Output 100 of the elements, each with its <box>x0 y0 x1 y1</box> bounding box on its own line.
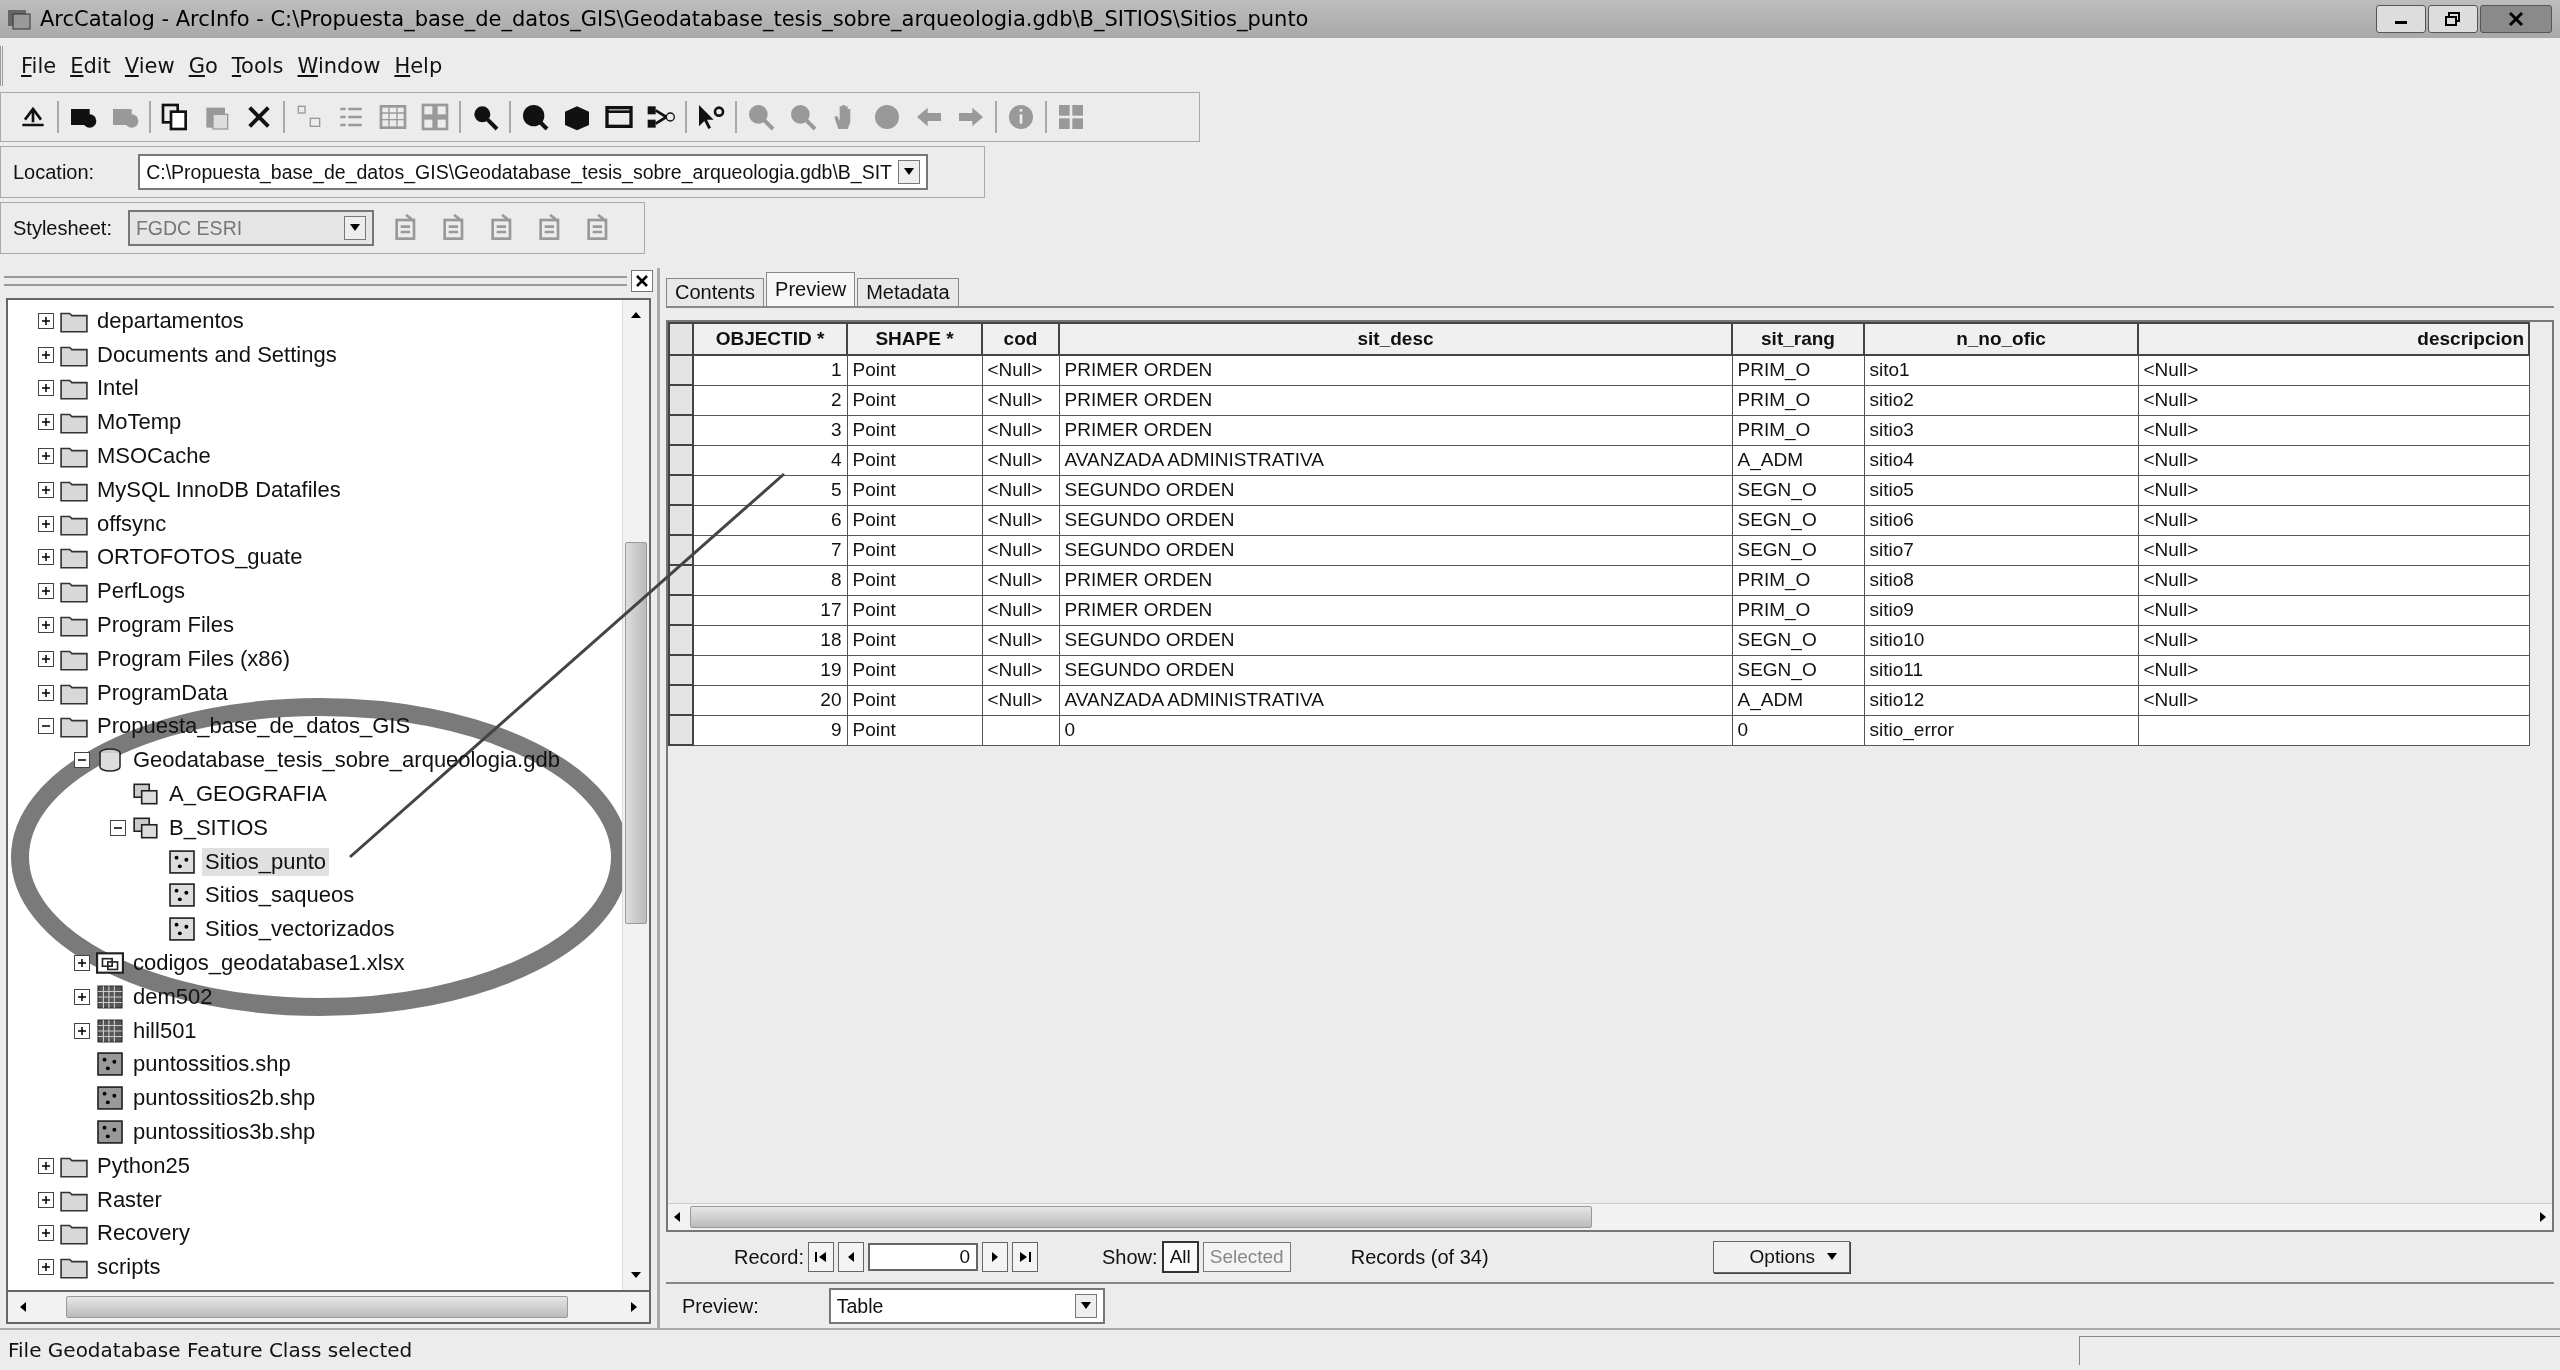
tree-item[interactable]: dem502 <box>130 982 216 1011</box>
tree-item[interactable]: Sitios_vectorizados <box>202 915 398 944</box>
caret-icon[interactable] <box>1827 1253 1838 1261</box>
tree-item[interactable]: MySQL InnoDB Datafiles <box>94 475 344 504</box>
next-record-button[interactable] <box>982 1242 1009 1272</box>
tree-item[interactable]: puntossitios.shp <box>130 1050 294 1079</box>
tree-item[interactable]: PerfLogs <box>94 577 189 606</box>
minimize-button[interactable] <box>2376 5 2426 33</box>
tree-item[interactable]: Documents and Settings <box>94 340 340 369</box>
column-header[interactable]: n_no_ofic <box>1864 323 2138 355</box>
expand-icon[interactable] <box>38 583 54 600</box>
column-header[interactable]: OBJECTID * <box>693 323 847 355</box>
scroll-left-icon[interactable] <box>18 1300 28 1314</box>
menu-item[interactable]: Tools <box>231 54 284 78</box>
collapse-icon[interactable] <box>110 819 126 836</box>
options-button[interactable]: Options <box>1712 1241 1851 1273</box>
menu-item[interactable]: Window <box>297 54 381 78</box>
record-field[interactable]: 0 <box>868 1243 979 1271</box>
expand-icon[interactable] <box>38 650 54 667</box>
vertical-scrollbar[interactable] <box>622 300 649 1290</box>
tree-item[interactable]: scripts <box>94 1253 164 1282</box>
tree-item[interactable]: B_SITIOS <box>166 813 272 842</box>
expand-icon[interactable] <box>38 448 54 465</box>
row-selector[interactable] <box>669 445 693 475</box>
expand-icon[interactable] <box>38 617 54 634</box>
tab[interactable]: Metadata <box>857 278 959 306</box>
row-selector[interactable] <box>669 505 693 535</box>
tree-item[interactable]: hill501 <box>130 1016 200 1045</box>
tree-item[interactable]: Sitios_saqueos <box>202 881 358 910</box>
caret-icon[interactable] <box>1080 1302 1091 1310</box>
tab[interactable]: Contents <box>666 278 765 306</box>
restore-button[interactable] <box>2428 5 2478 33</box>
close-panel-button[interactable] <box>631 270 653 292</box>
expand-icon[interactable] <box>38 481 54 498</box>
panel-grip[interactable] <box>4 276 627 286</box>
menu-item[interactable]: File <box>21 54 57 78</box>
location-field[interactable]: C:\Propuesta_base_de_datos_GIS\Geodatabase_tesis_sobre_arqueologia.gdb\B_SIT <box>138 154 929 190</box>
column-header[interactable]: descripcion <box>2138 323 2529 355</box>
expand-icon[interactable] <box>38 1225 54 1242</box>
expand-icon[interactable] <box>38 414 54 431</box>
caret-icon[interactable] <box>904 168 915 176</box>
tree-item[interactable]: codigos_geodatabase1.xlsx <box>130 949 408 978</box>
expand-icon[interactable] <box>38 1191 54 1208</box>
row-selector[interactable] <box>669 655 693 685</box>
horizontal-scrollbar[interactable] <box>6 1292 651 1324</box>
expand-icon[interactable] <box>38 1259 54 1276</box>
close-button[interactable] <box>2480 5 2552 33</box>
scroll-thumb[interactable] <box>625 542 647 924</box>
tree-item[interactable]: Intel <box>94 374 142 403</box>
scroll-left-icon[interactable] <box>672 1210 682 1224</box>
row-selector[interactable] <box>669 715 693 745</box>
close-icon[interactable] <box>636 275 648 287</box>
tree-item[interactable]: ORTOFOTOS_guate <box>94 543 306 572</box>
expand-icon[interactable] <box>38 380 54 397</box>
show-toggle[interactable]: All <box>1161 1241 1199 1273</box>
menu-item[interactable]: Edit <box>70 54 111 78</box>
tree-item[interactable]: MSOCache <box>94 442 214 471</box>
tree-item[interactable]: A_GEOGRAFIA <box>166 780 330 809</box>
column-header[interactable]: cod <box>982 323 1059 355</box>
expand-icon[interactable] <box>38 346 54 363</box>
menu-item[interactable]: View <box>124 54 175 78</box>
scroll-thumb[interactable] <box>66 1296 568 1318</box>
tree-item[interactable]: Program Files <box>94 611 237 640</box>
tree-item[interactable]: Raster <box>94 1185 165 1214</box>
column-header[interactable]: SHAPE * <box>847 323 982 355</box>
tree-item[interactable]: puntossitios3b.shp <box>130 1118 319 1146</box>
tab[interactable]: Preview <box>766 272 856 306</box>
expand-icon[interactable] <box>38 549 54 566</box>
tree-item[interactable]: MoTemp <box>94 408 185 437</box>
row-selector[interactable] <box>669 595 693 625</box>
row-selector[interactable] <box>669 475 693 505</box>
restore-icon[interactable] <box>2445 12 2461 26</box>
preview-dropdown[interactable]: Table <box>828 1288 1105 1324</box>
tree-item[interactable]: departamentos <box>94 306 247 335</box>
column-header[interactable]: sit_rang <box>1732 323 1864 355</box>
previous-icon[interactable] <box>846 1250 857 1264</box>
row-selector[interactable] <box>669 355 693 385</box>
tree-item[interactable]: puntossitios2b.shp <box>130 1084 319 1113</box>
expand-icon[interactable] <box>38 312 54 329</box>
menu-item[interactable]: Help <box>394 54 443 78</box>
expand-icon[interactable] <box>38 684 54 701</box>
collapse-icon[interactable] <box>74 752 90 769</box>
scroll-right-icon[interactable] <box>2538 1210 2548 1224</box>
expand-icon[interactable] <box>74 988 90 1005</box>
expand-icon[interactable] <box>74 1022 90 1039</box>
collapse-icon[interactable] <box>38 718 54 735</box>
row-selector[interactable] <box>669 625 693 655</box>
column-header[interactable]: sit_desc <box>1059 323 1732 355</box>
tree-item[interactable]: Program Files (x86) <box>94 644 294 673</box>
tree-item[interactable]: offsync <box>94 509 170 538</box>
row-selector[interactable] <box>669 385 693 415</box>
scroll-thumb[interactable] <box>690 1206 1592 1228</box>
expand-icon[interactable] <box>38 515 54 532</box>
scroll-right-icon[interactable] <box>629 1300 639 1314</box>
previous-record-button[interactable] <box>838 1242 865 1272</box>
first-icon[interactable] <box>814 1250 829 1264</box>
first-record-button[interactable] <box>808 1242 835 1272</box>
last-record-button[interactable] <box>1012 1242 1039 1272</box>
row-selector[interactable] <box>669 685 693 715</box>
close-icon[interactable] <box>2508 11 2524 27</box>
